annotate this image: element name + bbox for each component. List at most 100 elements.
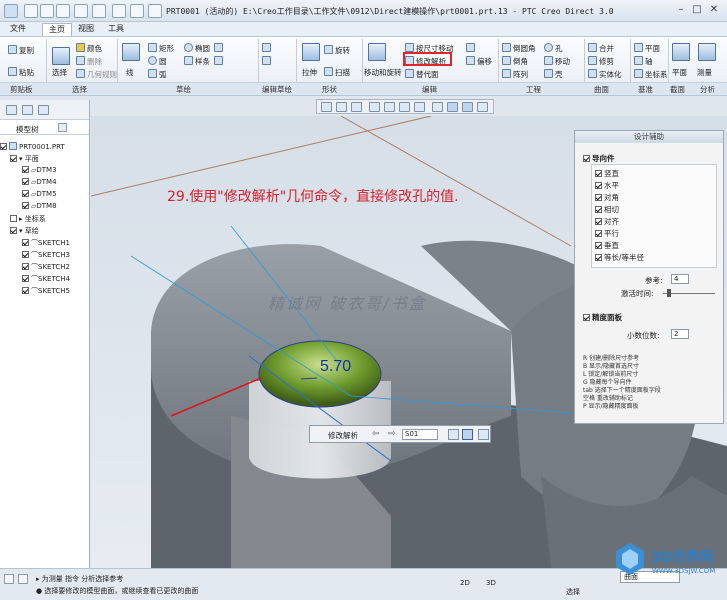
guide-equal[interactable]: 等长/等半径 (595, 252, 644, 263)
tree-item-sketch3[interactable]: ⌒SKETCH3 (22, 250, 70, 261)
chamfer-button[interactable]: 倒角 (502, 56, 528, 67)
guides-toggle[interactable]: 导向件 (583, 153, 615, 164)
redo-icon[interactable] (92, 4, 106, 18)
save-icon[interactable] (56, 4, 70, 18)
windows-icon[interactable] (130, 4, 144, 18)
paste-button[interactable]: 粘贴 (8, 67, 34, 78)
datum-plane-button[interactable]: 平面 (634, 43, 660, 54)
undo-icon[interactable] (74, 4, 88, 18)
guide-perpendicular[interactable]: 垂直 (595, 240, 619, 251)
rectangle-button[interactable]: 矩形 (148, 43, 174, 54)
solidify-button[interactable]: 实体化 (588, 69, 622, 80)
tab-home[interactable]: 主页 (42, 23, 72, 36)
guide-parallel[interactable]: 平行 (595, 228, 619, 239)
regenerate-icon[interactable] (112, 4, 126, 18)
zoom-in-icon[interactable] (336, 102, 347, 112)
zoom-out-icon[interactable] (351, 102, 362, 112)
move-feature-button[interactable]: 移动 (544, 56, 570, 67)
tree-item-root[interactable]: PRT0001.PRT (0, 142, 65, 153)
tree-item-dtm5[interactable]: ▱DTM5 (22, 190, 57, 201)
mode-3d[interactable]: 3D (486, 579, 496, 587)
tree-settings-icon[interactable] (58, 123, 67, 132)
guide-horizontal[interactable]: 水平 (595, 180, 619, 191)
sketch-edit-button[interactable] (262, 43, 273, 53)
tree-item-sketch4[interactable]: ⌒SKETCH4 (22, 274, 70, 285)
sketch-project-button[interactable] (262, 56, 273, 66)
tab-file[interactable]: 文件 (4, 23, 32, 36)
trim-button[interactable]: 修剪 (588, 56, 614, 67)
status-layout-icon[interactable] (18, 574, 28, 584)
round-button[interactable]: 倒圆角 (502, 43, 536, 54)
spline-button[interactable]: 样条 (184, 56, 210, 67)
tree-item-planes[interactable]: ▾ 平面 (10, 154, 39, 165)
selection-dropdown[interactable]: S01 (402, 429, 438, 440)
datum-display-icon[interactable] (447, 102, 458, 112)
arc-button[interactable]: 弧 (148, 69, 167, 80)
geometry-rules-button[interactable]: 几何规则 (76, 69, 117, 80)
color-button[interactable]: 颜色 (76, 43, 102, 54)
shell-button[interactable]: 壳 (544, 69, 563, 80)
favorites-tab-icon[interactable] (38, 105, 49, 115)
transfer-button[interactable] (466, 43, 477, 53)
apply-icon[interactable] (448, 429, 459, 440)
tree-item-sketch5[interactable]: ⌒SKETCH5 (22, 286, 70, 297)
hole-button[interactable]: 孔 (544, 43, 563, 54)
close-window-icon[interactable] (148, 4, 162, 18)
layer-tab-icon[interactable] (22, 105, 33, 115)
drag-time-slider-thumb[interactable] (667, 289, 671, 297)
repaint-icon[interactable] (369, 102, 380, 112)
saved-views-icon[interactable] (414, 102, 425, 112)
precision-panel-toggle[interactable]: 精度面板 (583, 312, 622, 323)
tree-item-dtm4[interactable]: ▱DTM4 (22, 178, 57, 189)
pattern-button[interactable]: 阵列 (502, 69, 528, 80)
sketch-fillet-button[interactable] (214, 43, 225, 53)
refit-icon[interactable] (321, 102, 332, 112)
previous-icon[interactable]: ⇦ (372, 429, 380, 439)
sketch-chamfer-button[interactable] (214, 56, 225, 66)
guide-vertical[interactable]: 竖直 (595, 168, 619, 179)
decimals-spinner[interactable]: 2 (671, 329, 689, 339)
close-icon[interactable]: ✕ (707, 4, 721, 17)
view-orientation-icon[interactable] (399, 102, 410, 112)
open-icon[interactable] (40, 4, 54, 18)
move-rotate-button[interactable] (368, 43, 388, 62)
tree-item-sketches[interactable]: ▾ 草绘 (10, 226, 39, 237)
tree-item-sketch1[interactable]: ⌒SKETCH1 (22, 238, 70, 249)
new-icon[interactable] (24, 4, 38, 18)
perspective-icon[interactable] (477, 102, 488, 112)
reference-spinner[interactable]: 4 (671, 274, 689, 284)
minimize-icon[interactable]: – (674, 4, 688, 17)
circle-button[interactable]: 圆 (148, 56, 167, 67)
line-button[interactable] (122, 43, 142, 62)
ellipse-button[interactable]: 椭圆 (184, 43, 210, 54)
merge-button[interactable]: 合并 (588, 43, 614, 54)
tab-view[interactable]: 视图 (72, 23, 100, 36)
delete-button[interactable]: 删除 (76, 56, 102, 67)
status-grid-icon[interactable] (4, 574, 14, 584)
hole-dimension-value[interactable]: 5.70 (320, 358, 351, 376)
measure-button[interactable] (698, 43, 718, 62)
copy-button[interactable]: 复制 (8, 45, 34, 56)
mode-2d[interactable]: 2D (460, 579, 470, 587)
tree-item-csys[interactable]: ▸ 坐标系 (10, 214, 46, 225)
select-button[interactable] (52, 47, 72, 66)
tree-item-sketch2[interactable]: ⌒SKETCH2 (22, 262, 70, 273)
sweep-button[interactable]: 扫描 (324, 67, 350, 78)
tree-tab-icon[interactable] (6, 105, 17, 115)
guide-align[interactable]: 对齐 (595, 216, 619, 227)
tab-tools[interactable]: 工具 (102, 23, 130, 36)
maximize-icon[interactable]: □ (690, 4, 704, 17)
section-plane-button[interactable] (672, 43, 692, 62)
extrude-button[interactable] (302, 43, 322, 62)
revolve-button[interactable]: 旋转 (324, 45, 350, 56)
analysis-toggle-icon[interactable] (462, 429, 473, 440)
tree-item-dtm3[interactable]: ▱DTM3 (22, 166, 57, 177)
spin-center-icon[interactable] (384, 102, 395, 112)
close-minitoolbar-icon[interactable] (478, 429, 489, 440)
annotation-display-icon[interactable] (462, 102, 473, 112)
datum-axis-button[interactable]: 轴 (634, 56, 653, 67)
replace-face-button[interactable]: 替代面 (405, 69, 439, 80)
offset-button[interactable]: 偏移 (466, 56, 492, 67)
guide-diagonal[interactable]: 对角 (595, 192, 619, 203)
display-style-icon[interactable] (432, 102, 443, 112)
